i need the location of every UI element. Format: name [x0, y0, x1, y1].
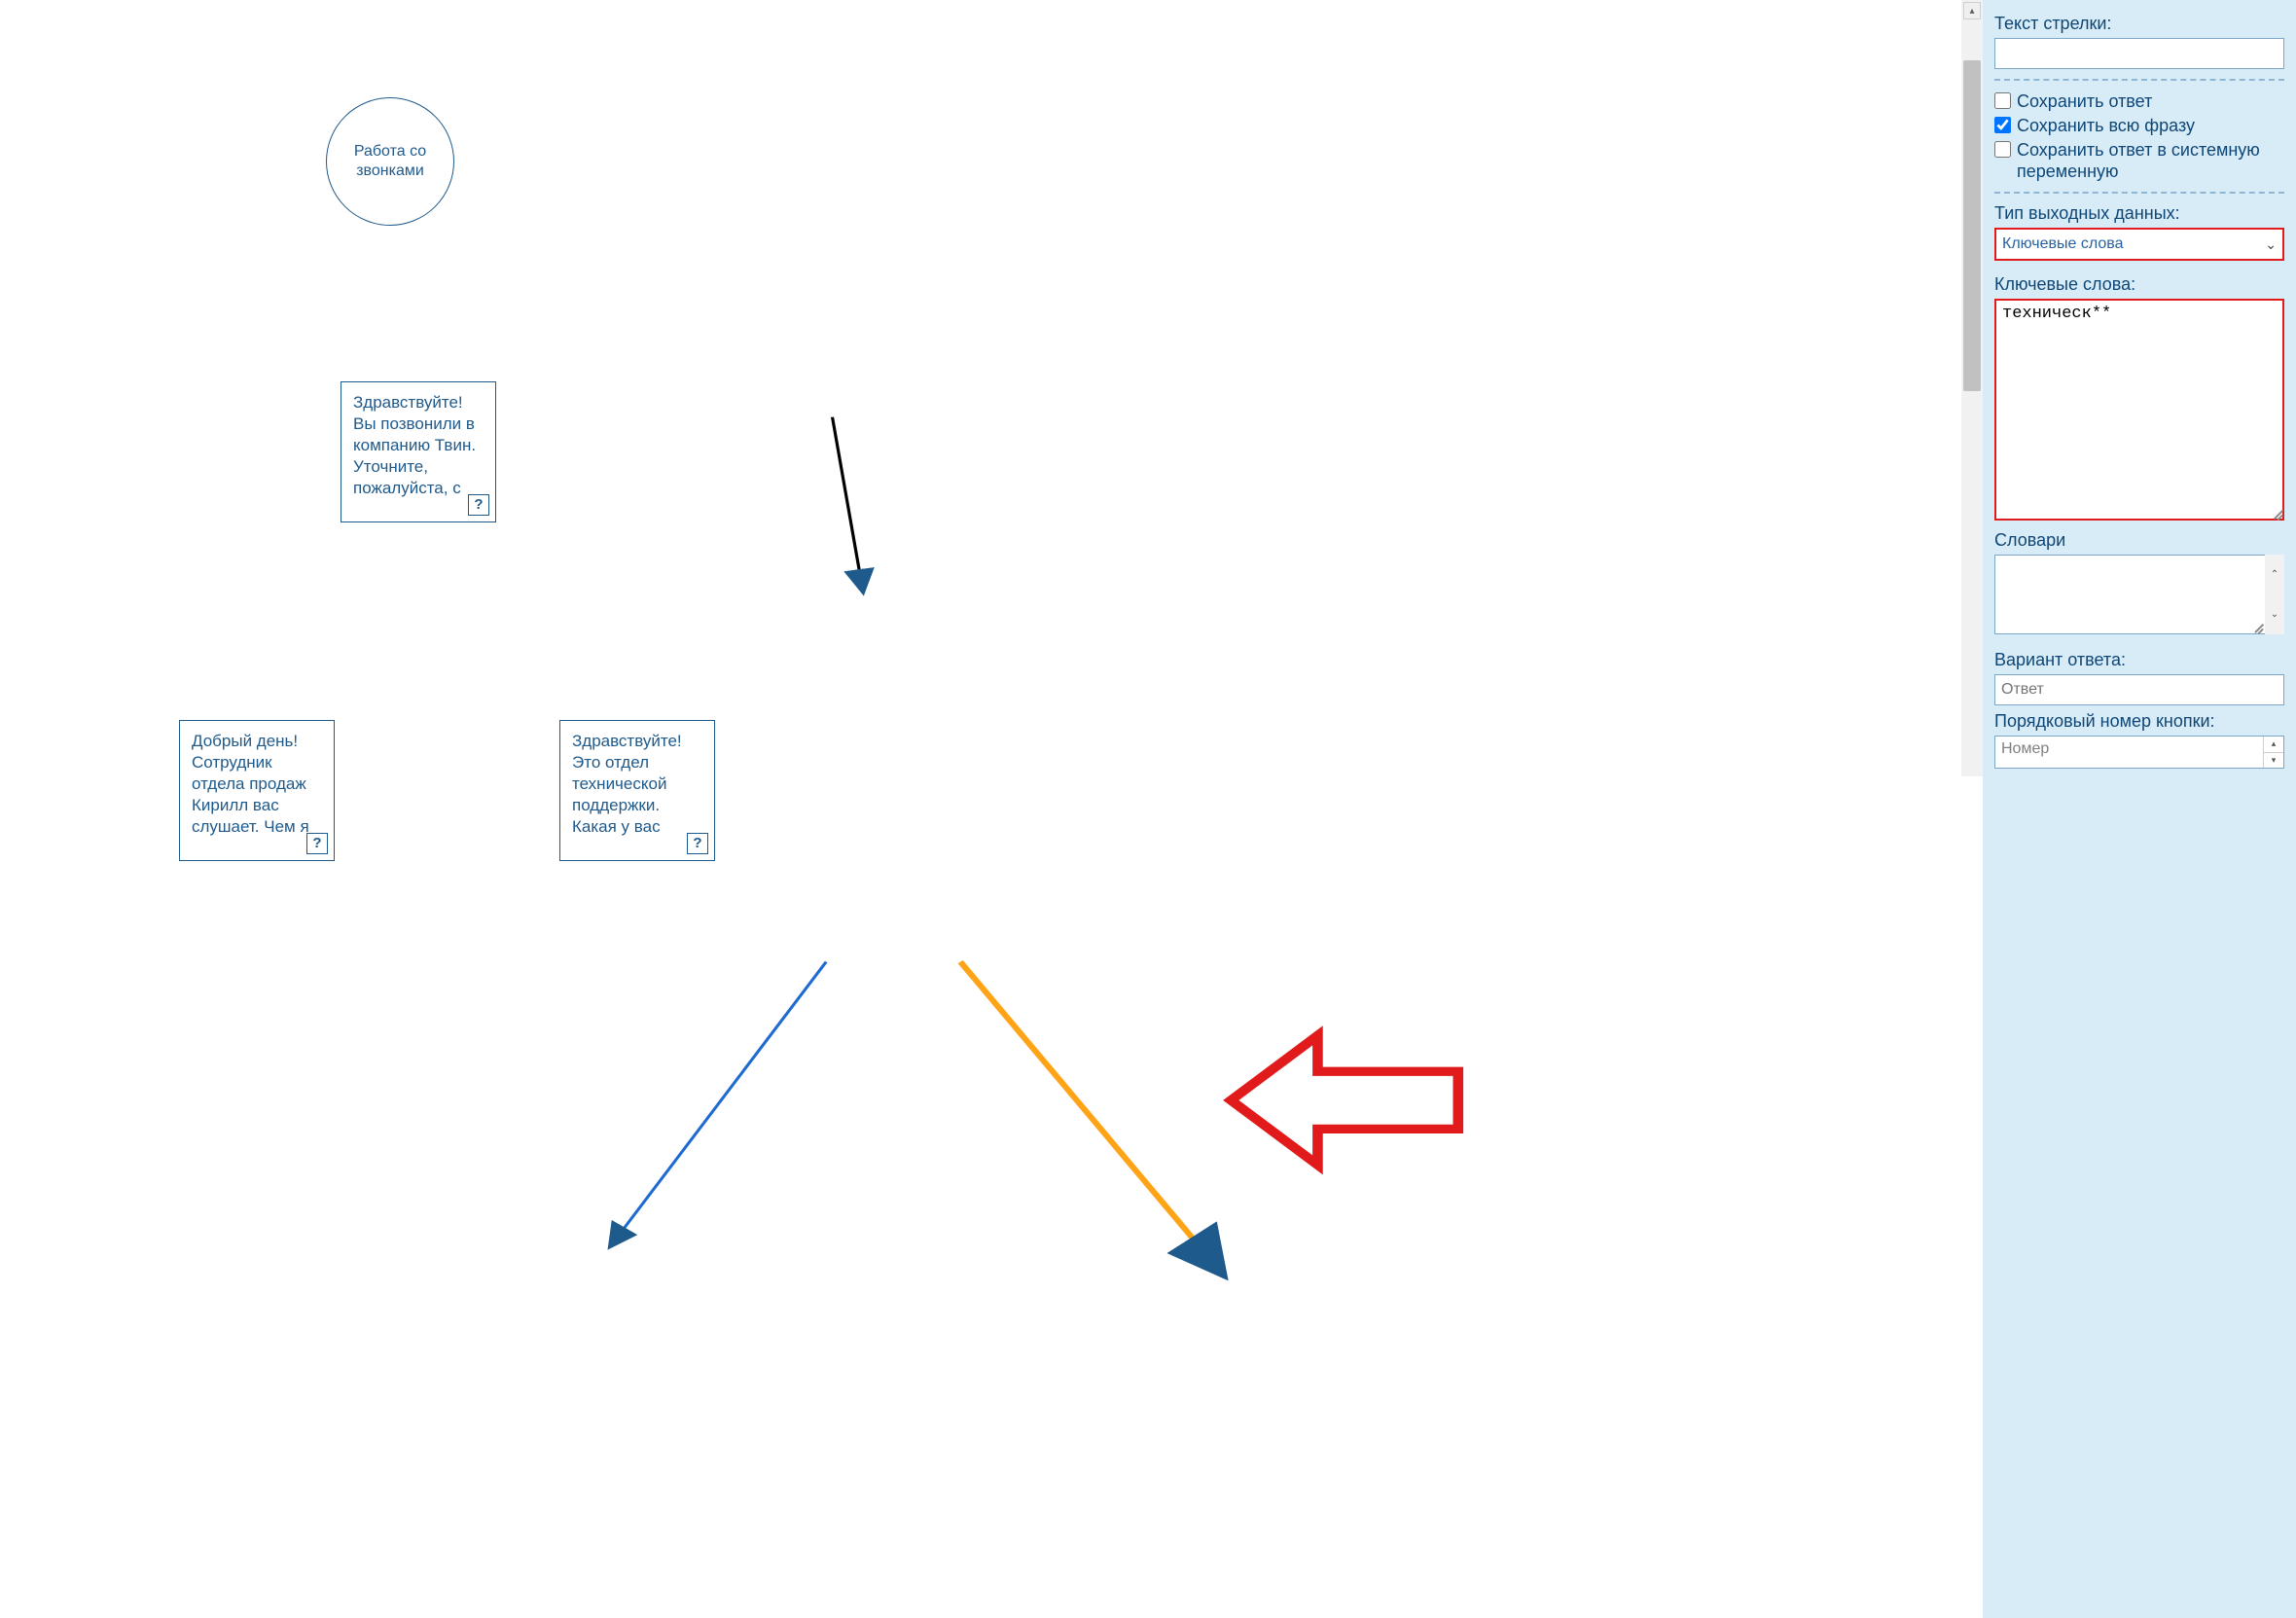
- chevron-down-icon[interactable]: ⌄: [2265, 594, 2284, 634]
- arrow-text-label: Текст стрелки:: [1994, 14, 2284, 34]
- diagram-layer: Работа со звонками Здравствуйте! Вы позв…: [0, 0, 1983, 1618]
- sales-node-text: Добрый день! Сотрудник отдела продаж Кир…: [192, 732, 309, 836]
- divider: [1994, 192, 2284, 194]
- output-type-select[interactable]: Ключевые слова ⌄: [1994, 228, 2284, 261]
- save-sysvar-row[interactable]: Сохранить ответ в системную переменную: [1994, 139, 2284, 182]
- sales-node[interactable]: Добрый день! Сотрудник отдела продаж Кир…: [179, 720, 335, 861]
- question-icon: ?: [306, 833, 328, 854]
- keywords-textarea[interactable]: техническ**: [1994, 299, 2284, 521]
- dictionaries-textarea[interactable]: [1994, 555, 2284, 634]
- answer-variant-label: Вариант ответа:: [1994, 650, 2284, 670]
- chevron-down-icon: ⌄: [2265, 236, 2277, 253]
- save-answer-label: Сохранить ответ: [2017, 90, 2284, 112]
- save-sysvar-checkbox[interactable]: [1994, 141, 2011, 158]
- question-icon: ?: [687, 833, 708, 854]
- save-answer-row[interactable]: Сохранить ответ: [1994, 90, 2284, 112]
- save-phrase-row[interactable]: Сохранить всю фразу: [1994, 115, 2284, 136]
- save-phrase-label: Сохранить всю фразу: [2017, 115, 2284, 136]
- button-order-label: Порядковый номер кнопки:: [1994, 711, 2284, 732]
- step-up-icon[interactable]: ▴: [2264, 737, 2283, 753]
- save-phrase-checkbox[interactable]: [1994, 117, 2011, 133]
- answer-variant-input[interactable]: [1994, 674, 2284, 705]
- properties-panel: Текст стрелки: Сохранить ответ Сохранить…: [1983, 0, 2296, 1618]
- greeting-node-text: Здравствуйте! Вы позвонили в компанию Тв…: [353, 393, 476, 497]
- button-order-placeholder: Номер: [1995, 737, 2263, 768]
- question-icon: ?: [468, 494, 489, 516]
- arrow-text-input[interactable]: [1994, 38, 2284, 69]
- chevron-up-icon[interactable]: ⌃: [2265, 555, 2284, 594]
- dictionaries-label: Словари: [1994, 530, 2284, 551]
- diagram-canvas[interactable]: ▴: [0, 0, 1983, 1618]
- number-stepper[interactable]: ▴ ▾: [2263, 737, 2283, 768]
- support-node-text: Здравствуйте! Это отдел технической подд…: [572, 732, 682, 836]
- greeting-node[interactable]: Здравствуйте! Вы позвонили в компанию Тв…: [341, 381, 496, 522]
- output-type-label: Тип выходных данных:: [1994, 203, 2284, 224]
- button-order-input[interactable]: Номер ▴ ▾: [1994, 736, 2284, 769]
- support-node[interactable]: Здравствуйте! Это отдел технической подд…: [559, 720, 715, 861]
- dictionaries-stepper[interactable]: ⌃ ⌄: [2265, 555, 2284, 634]
- divider: [1994, 79, 2284, 81]
- step-down-icon[interactable]: ▾: [2264, 753, 2283, 769]
- output-type-value: Ключевые слова: [2002, 235, 2124, 253]
- save-answer-checkbox[interactable]: [1994, 92, 2011, 109]
- save-sysvar-label: Сохранить ответ в системную переменную: [2017, 139, 2284, 182]
- keywords-label: Ключевые слова:: [1994, 274, 2284, 295]
- start-node[interactable]: Работа со звонками: [326, 97, 454, 226]
- start-node-label: Работа со звонками: [335, 142, 446, 181]
